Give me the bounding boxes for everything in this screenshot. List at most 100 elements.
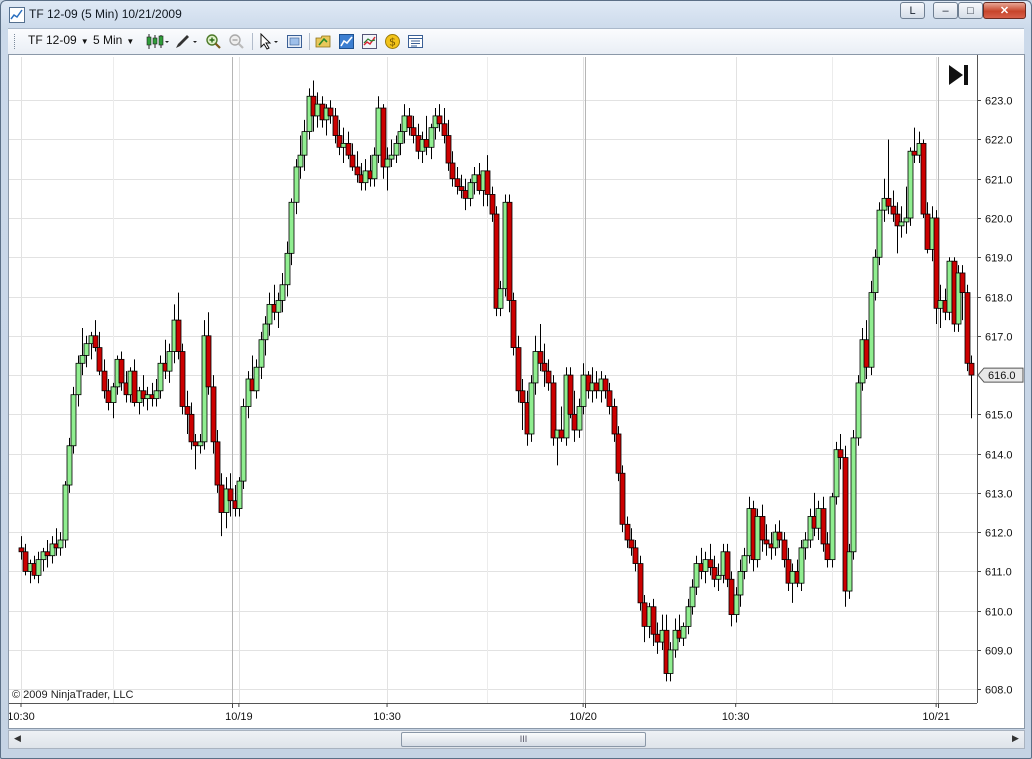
zoom-out-icon[interactable] xyxy=(228,33,245,50)
y-tick-label: 614.0 xyxy=(985,450,1013,462)
candle-body xyxy=(467,182,474,199)
candlestick-style-icon[interactable] xyxy=(146,33,169,50)
candle-body xyxy=(214,441,221,486)
indicators-icon[interactable] xyxy=(361,33,378,50)
scroll-thumb[interactable]: III xyxy=(401,732,646,747)
toolbar-separator xyxy=(252,33,253,50)
candle-body xyxy=(92,335,99,348)
candle-body xyxy=(863,339,870,368)
drawing-pencil-icon[interactable] xyxy=(174,33,197,50)
instrument-dropdown[interactable]: TF 12-09 ▼ xyxy=(28,33,89,47)
candle-body xyxy=(428,127,435,148)
toolbar-separator xyxy=(309,33,310,50)
candle-body xyxy=(693,563,700,588)
x-tick-label: 10:30 xyxy=(373,711,401,723)
candle-body xyxy=(340,142,347,148)
cursor-pointer-icon[interactable] xyxy=(258,32,278,50)
candle-body xyxy=(571,413,578,431)
candle-body xyxy=(959,272,966,294)
chart-app-icon xyxy=(9,7,25,23)
folder-templates-icon[interactable] xyxy=(315,33,332,50)
y-tick-label: 610.0 xyxy=(985,607,1013,619)
candle-body xyxy=(759,516,766,541)
candle-body xyxy=(275,300,282,313)
candle-body xyxy=(110,386,117,403)
candle-body xyxy=(484,170,491,195)
candle-body xyxy=(101,370,108,392)
candle-body xyxy=(641,602,648,627)
candle-body xyxy=(937,300,944,309)
candle-body xyxy=(798,547,805,584)
candle-body xyxy=(380,107,387,168)
chevron-down-icon: ▼ xyxy=(126,37,135,46)
candle-body xyxy=(737,571,744,596)
maximize-button[interactable]: □ xyxy=(958,2,983,19)
candle-body xyxy=(829,496,836,561)
candle-body xyxy=(903,217,910,223)
candle-body xyxy=(519,390,526,403)
candle-body xyxy=(205,335,212,388)
candle-body xyxy=(628,539,635,549)
zoom-in-icon[interactable] xyxy=(205,33,222,50)
minimize-button[interactable]: – xyxy=(933,2,958,19)
candle-body xyxy=(754,516,761,561)
price-chart[interactable]: 608.0 609.0 610.0 611.0 612.0 613.0 614.0 615.0… xyxy=(8,54,1025,729)
candle-body xyxy=(515,347,522,392)
x-tick-label: 10/21 xyxy=(922,711,950,723)
chart-properties-icon[interactable] xyxy=(338,33,355,50)
scroll-to-end-icon[interactable] xyxy=(949,65,968,85)
candle-body xyxy=(776,531,783,541)
candle-body xyxy=(406,115,413,129)
candle-body xyxy=(458,186,465,191)
x-tick-label: 10/20 xyxy=(569,711,597,723)
y-tick-label: 622.0 xyxy=(985,135,1013,147)
candle-body xyxy=(702,559,709,572)
candle-body xyxy=(131,370,138,403)
candle-body xyxy=(22,551,29,572)
scroll-left-arrow-icon[interactable]: ◀ xyxy=(14,733,21,744)
candle-body xyxy=(384,158,391,168)
horizontal-scrollbar[interactable]: ◀ III ▶ xyxy=(8,730,1025,749)
candle-body xyxy=(715,574,722,580)
last-price-label: 616.0 xyxy=(988,370,1016,382)
toolbar-grip[interactable] xyxy=(14,34,17,49)
candle-body xyxy=(35,559,42,576)
title-bar[interactable]: TF 12-09 (5 Min) 10/21/2009 L – □ ✕ xyxy=(1,1,1031,27)
candle-body xyxy=(632,547,639,564)
candle-body xyxy=(441,123,448,136)
link-button[interactable]: L xyxy=(900,2,925,19)
candle-body xyxy=(964,292,971,364)
data-box-icon[interactable] xyxy=(286,33,303,50)
close-button[interactable]: ✕ xyxy=(983,2,1026,19)
candle-body xyxy=(924,213,931,250)
candle-body xyxy=(946,260,953,313)
interval-dropdown[interactable]: 5 Min ▼ xyxy=(93,33,134,47)
candle-body xyxy=(401,115,408,133)
candle-body xyxy=(445,135,452,164)
candle-body xyxy=(375,107,382,156)
chart-toolbar: TF 12-09 ▼ 5 Min ▼ $ xyxy=(8,28,1024,55)
candle-body xyxy=(301,131,308,156)
candle-body xyxy=(293,166,300,203)
candle-body xyxy=(820,508,827,545)
candle-body xyxy=(619,472,626,525)
candlestick-chart[interactable]: 608.0 609.0 610.0 611.0 612.0 613.0 614.0 615.0… xyxy=(9,55,1024,728)
candle-body xyxy=(153,390,160,400)
y-tick-label: 611.0 xyxy=(985,567,1012,579)
candle-body xyxy=(567,374,574,415)
candle-body xyxy=(462,190,469,199)
candle-body xyxy=(528,382,535,435)
candle-body xyxy=(885,197,892,207)
candle-body xyxy=(258,339,265,368)
candle-body xyxy=(262,323,269,341)
instrument-label: TF 12-09 xyxy=(28,33,77,47)
candle-body xyxy=(837,449,844,458)
candle-body xyxy=(611,406,618,435)
strategies-icon[interactable]: $ xyxy=(384,33,401,50)
candle-body xyxy=(497,288,504,309)
y-tick-label: 613.0 xyxy=(985,489,1013,501)
chart-trader-icon[interactable] xyxy=(407,33,424,50)
candle-body xyxy=(650,606,657,635)
scroll-right-arrow-icon[interactable]: ▶ xyxy=(1012,733,1019,744)
candle-body xyxy=(580,374,587,407)
